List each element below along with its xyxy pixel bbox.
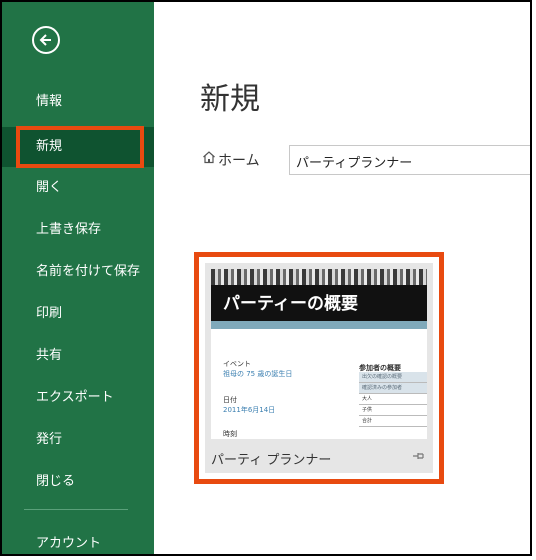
arrow-left-circle-icon [39,34,51,46]
thumbnail-accent-bar [211,321,427,329]
nav-save[interactable]: 上書き保存 [2,210,154,250]
template-name: パーティ プランナー [211,453,332,468]
thumbnail-attendance-table: 出欠の確認の概要 確認済みの参加者 大人 子供 合計 [359,372,427,427]
breadcrumb-home[interactable]: ホーム [218,150,260,170]
template-thumbnail: パーティーの概要 イベント 祖母の 75 歳の誕生日 日付 2011年6月14日… [211,269,427,439]
thumbnail-date-value: 2011年6月14日 [223,406,276,414]
attendance-row: 合計 [359,416,427,427]
nav-close[interactable]: 閉じる [2,462,154,502]
attendance-row: 大人 [359,394,427,405]
template-search-input[interactable]: パーティプランナー [289,145,530,175]
attendance-row: 出欠の確認の概要 [359,372,427,383]
thumbnail-date-label: 日付 [223,396,237,404]
nav-publish[interactable]: 発行 [2,420,154,460]
nav-new-highlight [16,126,144,168]
main-content: 新規 ホーム パーティプランナー パーティーの概要 イベント 祖母の 75 歳の… [154,2,530,554]
home-icon[interactable] [202,150,216,164]
template-card[interactable]: パーティーの概要 イベント 祖母の 75 歳の誕生日 日付 2011年6月14日… [205,263,433,473]
thumbnail-event-label: イベント [223,360,251,368]
nav-share[interactable]: 共有 [2,336,154,376]
pin-icon[interactable] [413,451,425,461]
nav-export[interactable]: エクスポート [2,378,154,418]
thumbnail-event-value: 祖母の 75 歳の誕生日 [223,370,293,378]
nav-open[interactable]: 開く [2,168,154,208]
page-title: 新規 [200,82,260,117]
nav-info[interactable]: 情報 [2,82,154,122]
decorative-border-pattern [211,269,427,285]
thumbnail-heading: パーティーの概要 [223,294,358,314]
nav-account[interactable]: アカウント [2,524,154,554]
excel-backstage-window: 情報 新規 開く 上書き保存 名前を付けて保存 印刷 共有 エクスポート 発行 … [0,0,532,556]
backstage-sidebar: 情報 新規 開く 上書き保存 名前を付けて保存 印刷 共有 エクスポート 発行 … [2,2,154,554]
attendance-row: 確認済みの参加者 [359,383,427,394]
nav-print[interactable]: 印刷 [2,294,154,334]
sidebar-divider [24,509,128,510]
attendance-row: 子供 [359,405,427,416]
nav-save-as[interactable]: 名前を付けて保存 [2,252,154,292]
template-card-highlight: パーティーの概要 イベント 祖母の 75 歳の誕生日 日付 2011年6月14日… [194,252,444,484]
thumbnail-time-label: 時刻 [223,430,237,438]
back-button[interactable] [32,26,60,54]
